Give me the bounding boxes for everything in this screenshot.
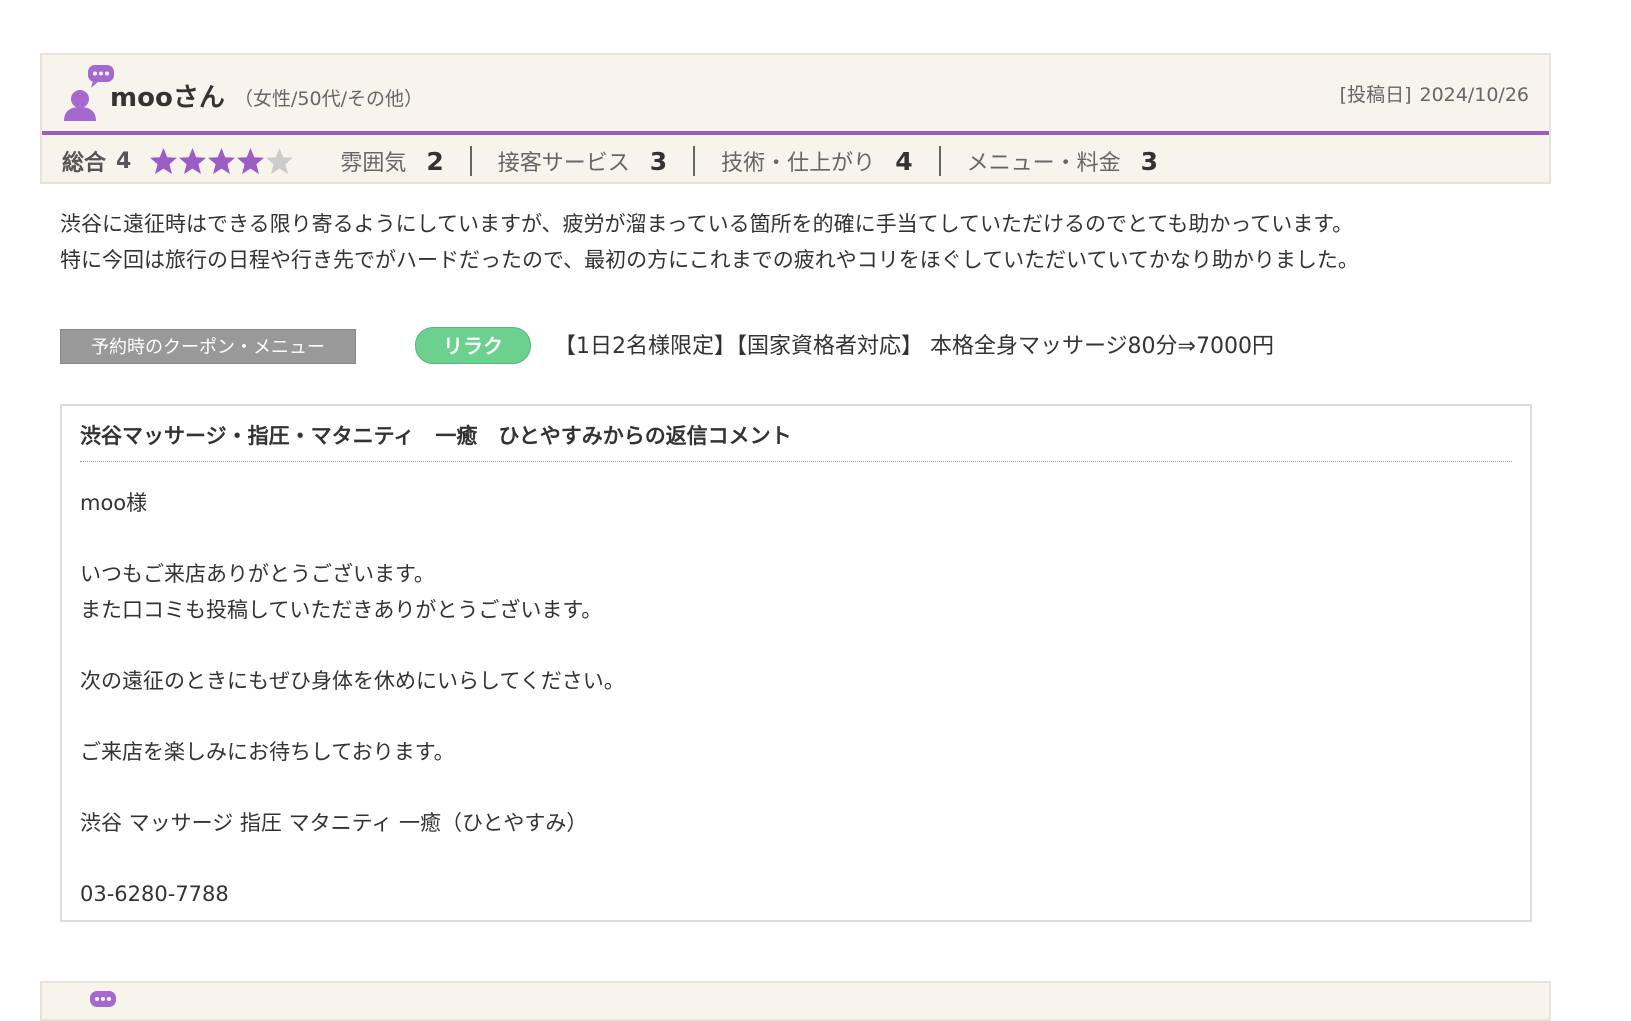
rating-label: メニュー・料金 (966, 151, 1121, 176)
overall-rating-value: 4 (116, 148, 132, 174)
star-icon (266, 147, 294, 174)
coupon-menu-text: 【1日2名様限定】【国家資格者対応】 本格全身マッサージ80分⇒7000円 (554, 334, 1274, 359)
star-icon (150, 147, 178, 174)
reply-body: moo様 いつもご来店ありがとうございます。 また口コミも投稿していただきありが… (80, 491, 625, 906)
rating-value: 2 (426, 146, 444, 176)
reviewer-name: mooさん (110, 83, 225, 113)
review-header: mooさん （女性/50代/その他） [投稿日] 2024/10/26 総合 4 … (40, 53, 1551, 184)
rating-menu-price: メニュー・料金 3 (967, 145, 1158, 177)
rating-value: 4 (895, 146, 913, 176)
posted-date-value: 2024/10/26 (1419, 84, 1529, 106)
rating-technique: 技術・仕上がり 4 (721, 145, 912, 177)
star-icon (208, 147, 236, 174)
rating-value: 3 (649, 146, 668, 176)
star-icon (179, 147, 207, 174)
rating-separator (938, 146, 941, 176)
review-text: 渋谷に遠征時はできる限り寄るようにしていますが、疲労が溜まっている箇所を的確に手… (60, 206, 1560, 278)
coupon-category-badge: リラク (415, 327, 531, 364)
posted-date: [投稿日] 2024/10/26 (1340, 80, 1529, 107)
overall-rating-label: 総合 (62, 151, 107, 176)
rating-label: 接客サービス (497, 151, 630, 176)
rating-separator (469, 146, 472, 176)
header-divider (42, 131, 1549, 135)
next-review-header (40, 981, 1551, 1021)
star-icon (237, 147, 265, 174)
rating-atmosphere: 雰囲気 2 (340, 145, 443, 177)
rating-value: 3 (1140, 146, 1159, 176)
ratings-row: 総合 4 雰囲気 2 接客サービス 3 技術・仕上がり 4 メニュー・料金 3 (62, 146, 1158, 176)
coupon-menu-tag: 予約時のクーポン・メニュー (60, 329, 356, 364)
reply-divider (80, 461, 1512, 462)
rating-label: 技術・仕上がり (721, 151, 876, 176)
reviewer-attributes: （女性/50代/その他） (234, 88, 423, 110)
salon-reply-box: 渋谷マッサージ・指圧・マタニティ 一癒 ひとやすみからの返信コメント moo様 … (60, 404, 1532, 922)
user-comment-icon (90, 991, 116, 1007)
review-text-line: 渋谷に遠征時はできる限り寄るようにしていますが、疲労が溜まっている箇所を的確に手… (60, 212, 1354, 236)
user-comment-icon (64, 65, 114, 121)
review-text-line: 特に今回は旅行の日程や行き先でがハードだったので、最初の方にこれまでの疲れやコリ… (60, 248, 1359, 272)
posted-label: [投稿日] (1339, 84, 1412, 106)
reply-title: 渋谷マッサージ・指圧・マタニティ 一癒 ひとやすみからの返信コメント (80, 424, 792, 448)
rating-label: 雰囲気 (340, 151, 407, 176)
star-rating (149, 147, 294, 176)
rating-separator (693, 146, 696, 176)
rating-service: 接客サービス 3 (498, 145, 667, 177)
